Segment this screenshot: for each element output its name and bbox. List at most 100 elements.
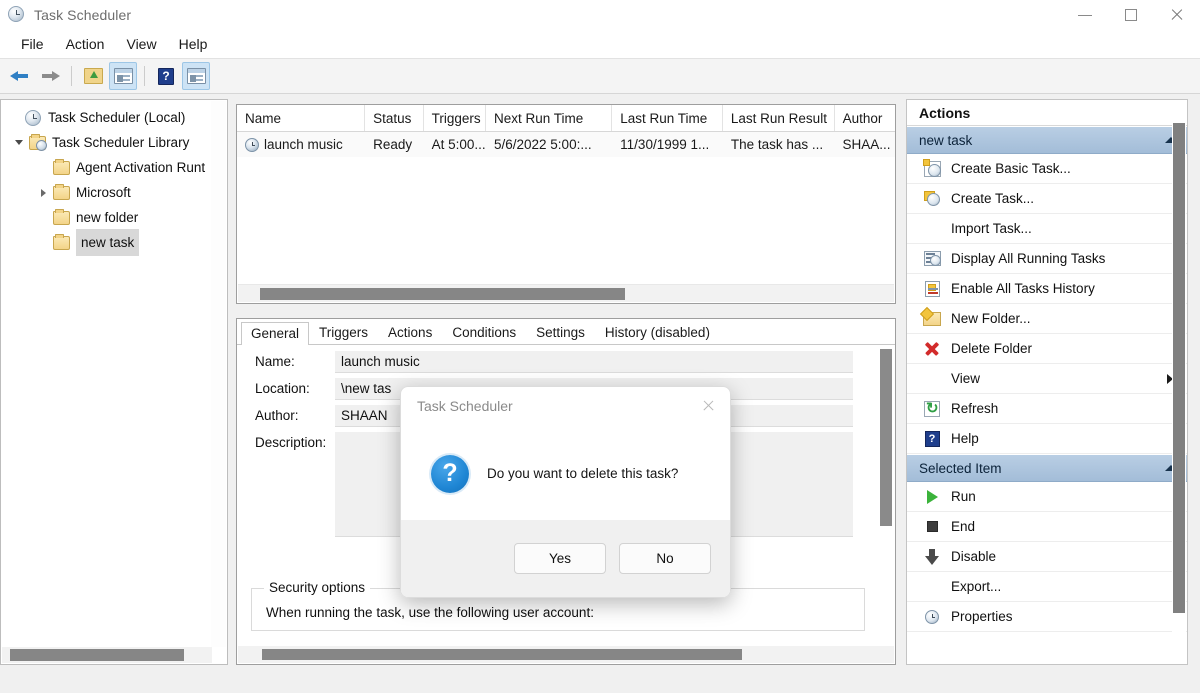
- tree-item-task-scheduler-library[interactable]: Task Scheduler Library: [1, 130, 227, 155]
- help-icon: ?: [158, 68, 174, 85]
- column-header-last-run-result[interactable]: Last Run Result: [723, 105, 835, 131]
- menu-action[interactable]: Action: [55, 34, 116, 54]
- back-button[interactable]: [6, 62, 34, 90]
- column-header-status[interactable]: Status: [365, 105, 424, 131]
- action-enable-all-tasks-history[interactable]: Enable All Tasks History: [907, 274, 1187, 304]
- console-tree-panel: Task Scheduler (Local) Task Scheduler Li…: [0, 99, 228, 665]
- title-bar: Task Scheduler: [0, 0, 1200, 30]
- disable-icon: [919, 549, 945, 565]
- window-controls: [1062, 0, 1200, 30]
- tree-item-label: new folder: [76, 205, 138, 230]
- action-label: Refresh: [951, 401, 1187, 416]
- tab-triggers[interactable]: Triggers: [309, 321, 378, 344]
- column-header-triggers[interactable]: Triggers: [424, 105, 486, 131]
- tree-item-new-task[interactable]: new task: [1, 230, 227, 255]
- name-field[interactable]: launch music: [335, 351, 853, 373]
- action-label: Enable All Tasks History: [951, 281, 1187, 296]
- actions-vertical-scrollbar[interactable]: [1172, 101, 1186, 663]
- folder-up-icon: [84, 68, 103, 84]
- action-create-task[interactable]: Create Task...: [907, 184, 1187, 214]
- column-header-author[interactable]: Author: [835, 105, 895, 131]
- chevron-down-icon[interactable]: [11, 140, 27, 145]
- actions-panel: Actions new task Create Basic Task... Cr…: [906, 99, 1188, 665]
- tab-history[interactable]: History (disabled): [595, 321, 720, 344]
- forward-button[interactable]: [36, 62, 64, 90]
- field-row-name: Name: launch music: [237, 346, 895, 373]
- maximize-button[interactable]: [1108, 0, 1154, 30]
- dialog-footer: Yes No: [401, 520, 730, 597]
- actions-panel-title: Actions: [907, 100, 1187, 126]
- show-hide-console-tree-button[interactable]: [109, 62, 137, 90]
- menu-view[interactable]: View: [115, 34, 167, 54]
- action-label: Run: [951, 489, 1187, 504]
- column-header-next-run-time[interactable]: Next Run Time: [486, 105, 612, 131]
- action-disable[interactable]: Disable: [907, 542, 1187, 572]
- tree-vertical-scrollbar[interactable]: [211, 101, 226, 647]
- scrollbar-thumb[interactable]: [262, 649, 742, 660]
- dialog-message: Do you want to delete this task?: [487, 466, 678, 481]
- action-end[interactable]: End: [907, 512, 1187, 542]
- tree-item-microsoft[interactable]: Microsoft: [1, 180, 227, 205]
- task-list-view: Name Status Triggers Next Run Time Last …: [236, 104, 896, 304]
- actions-group-header-new-task[interactable]: new task: [907, 126, 1187, 154]
- help-button[interactable]: ?: [152, 62, 180, 90]
- menu-help[interactable]: Help: [168, 34, 219, 54]
- security-options-legend: Security options: [264, 580, 370, 595]
- scrollbar-thumb[interactable]: [10, 649, 184, 661]
- dialog-body: ? Do you want to delete this task?: [401, 425, 730, 522]
- minimize-button[interactable]: [1062, 0, 1108, 30]
- action-refresh[interactable]: Refresh: [907, 394, 1187, 424]
- action-delete-folder[interactable]: Delete Folder: [907, 334, 1187, 364]
- action-view[interactable]: View: [907, 364, 1187, 394]
- close-icon[interactable]: [698, 395, 720, 417]
- tree-item-label: new task: [76, 229, 139, 256]
- action-run[interactable]: Run: [907, 482, 1187, 512]
- tab-settings[interactable]: Settings: [526, 321, 595, 344]
- close-button[interactable]: [1154, 0, 1200, 30]
- run-icon: [919, 490, 945, 504]
- arrow-right-icon: [40, 69, 60, 83]
- scrollbar-thumb[interactable]: [1173, 123, 1185, 613]
- action-create-basic-task[interactable]: Create Basic Task...: [907, 154, 1187, 184]
- action-help[interactable]: ? Help: [907, 424, 1187, 454]
- action-new-folder[interactable]: New Folder...: [907, 304, 1187, 334]
- action-export[interactable]: Export...: [907, 572, 1187, 602]
- scrollbar-thumb[interactable]: [880, 349, 892, 526]
- menu-file[interactable]: File: [10, 34, 55, 54]
- tree-item-agent-activation-runtime[interactable]: Agent Activation Runt: [1, 155, 227, 180]
- action-import-task[interactable]: Import Task...: [907, 214, 1187, 244]
- tree-item-task-scheduler-local[interactable]: Task Scheduler (Local): [1, 105, 227, 130]
- cell-status: Ready: [365, 132, 424, 157]
- arrow-left-icon: [10, 69, 30, 83]
- refresh-icon: [919, 401, 945, 417]
- table-row[interactable]: launch music Ready At 5:00... 5/6/2022 5…: [237, 132, 895, 157]
- tree-item-new-folder[interactable]: new folder: [1, 205, 227, 230]
- cell-name: launch music: [237, 132, 365, 157]
- author-label: Author:: [255, 405, 335, 423]
- action-display-all-running-tasks[interactable]: Display All Running Tasks: [907, 244, 1187, 274]
- new-folder-icon: [919, 312, 945, 326]
- no-button[interactable]: No: [619, 543, 711, 574]
- action-properties[interactable]: Properties: [907, 602, 1187, 632]
- show-hide-action-pane-button[interactable]: [182, 62, 210, 90]
- scrollbar-thumb[interactable]: [260, 288, 625, 300]
- actions-group-header-selected-item[interactable]: Selected Item: [907, 454, 1187, 482]
- cell-triggers: At 5:00...: [424, 132, 486, 157]
- help-icon: ?: [919, 431, 945, 447]
- yes-button[interactable]: Yes: [514, 543, 606, 574]
- column-header-name[interactable]: Name: [237, 105, 365, 131]
- detail-horizontal-scrollbar[interactable]: [238, 646, 894, 663]
- task-list-horizontal-scrollbar[interactable]: [238, 284, 894, 302]
- description-label: Description:: [255, 432, 335, 450]
- chevron-right-icon[interactable]: [35, 189, 51, 197]
- tab-actions[interactable]: Actions: [378, 321, 442, 344]
- action-label: Delete Folder: [951, 341, 1187, 356]
- tab-conditions[interactable]: Conditions: [442, 321, 526, 344]
- display-running-tasks-icon: [919, 251, 945, 266]
- up-one-level-button[interactable]: [79, 62, 107, 90]
- detail-vertical-scrollbar[interactable]: [878, 347, 894, 645]
- folder-icon: [51, 236, 71, 250]
- column-header-last-run-time[interactable]: Last Run Time: [612, 105, 723, 131]
- tree-horizontal-scrollbar[interactable]: [2, 647, 212, 663]
- tab-general[interactable]: General: [241, 322, 309, 345]
